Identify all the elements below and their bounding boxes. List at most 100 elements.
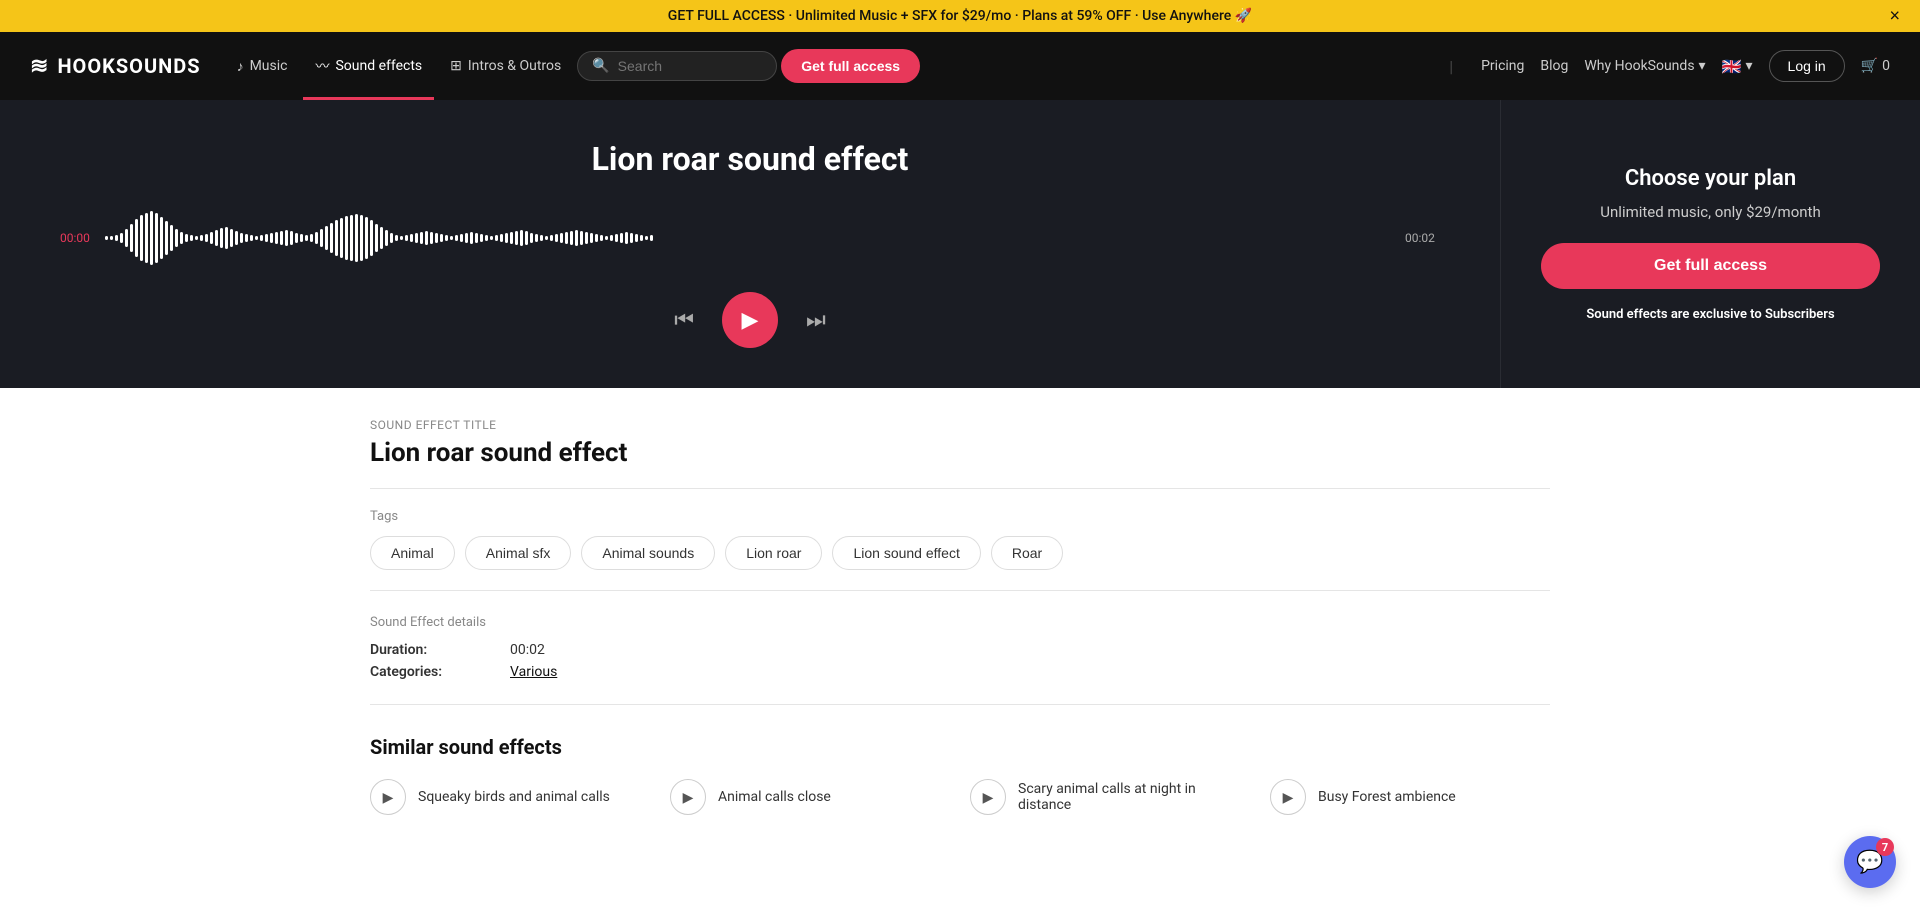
waveform-bar: [230, 229, 233, 247]
search-input[interactable]: [618, 58, 738, 74]
waveform-bar: [600, 235, 603, 241]
tag-chip[interactable]: Roar: [991, 536, 1063, 570]
waveform-bar: [625, 232, 628, 244]
waveform-bar: [175, 229, 178, 247]
similar-item: ▶ Animal calls close: [670, 779, 950, 815]
waveform-bar: [565, 232, 568, 244]
similar-play-button[interactable]: ▶: [370, 779, 406, 815]
banner-close-button[interactable]: ×: [1889, 6, 1900, 27]
waveform-bar: [400, 236, 403, 240]
waveform-bar: [475, 233, 478, 243]
details-section: Sound Effect details Duration: 00:02 Cat…: [370, 615, 1550, 680]
waveform-bar: [610, 235, 613, 241]
waveform-bar: [500, 234, 503, 242]
chat-button[interactable]: 💬 7: [1844, 836, 1896, 888]
waveform-bar: [135, 219, 138, 257]
audio-player: Lion roar sound effect 00:00 00:02 ⏮ ▶ ⏭: [0, 100, 1500, 388]
plan-note: Sound effects are exclusive to Subscribe…: [1586, 307, 1834, 322]
nav-right: Pricing Blog Why HookSounds ▾ 🇬🇧 ▾ Log i…: [1481, 50, 1890, 82]
plan-panel: Choose your plan Unlimited music, only $…: [1500, 100, 1920, 388]
hero-title: Lion roar sound effect: [592, 140, 909, 178]
nav-intros[interactable]: ⊞ Intros & Outros: [438, 50, 573, 82]
similar-play-button[interactable]: ▶: [670, 779, 706, 815]
waveform-bar: [555, 234, 558, 242]
navbar: ≋ HOOKSOUNDS ♪ Music 〰 Sound effects ⊞ I…: [0, 32, 1920, 100]
flag-icon: 🇬🇧: [1722, 57, 1742, 76]
similar-item-name: Scary animal calls at night in distance: [1018, 781, 1250, 813]
waveform-bar: [455, 235, 458, 241]
why-label: Why HookSounds: [1584, 58, 1694, 74]
time-end: 00:02: [1405, 231, 1440, 245]
rewind-button[interactable]: ⏮: [670, 303, 698, 337]
cart-button[interactable]: 🛒 0: [1861, 58, 1890, 74]
waveform-bar: [595, 234, 598, 242]
waveform-bar: [195, 236, 198, 240]
tag-chip[interactable]: Animal: [370, 536, 455, 570]
waveform-bar: [145, 213, 148, 263]
nav-pricing[interactable]: Pricing: [1481, 58, 1524, 74]
waveform-bar: [330, 223, 333, 253]
tag-chip[interactable]: Animal sfx: [465, 536, 572, 570]
nav-sfx[interactable]: 〰 Sound effects: [303, 48, 434, 84]
waveform-bar: [485, 235, 488, 241]
divider-1: [370, 488, 1550, 489]
waveform-bar: [130, 224, 133, 252]
waveform-bar: [160, 217, 163, 259]
waveform-bar: [410, 234, 413, 242]
waveform-bar: [370, 220, 373, 256]
waveform-bar: [510, 232, 513, 244]
plan-get-access-button[interactable]: Get full access: [1541, 243, 1880, 289]
duration-value: 00:02: [510, 642, 545, 658]
waveform-bar: [535, 234, 538, 242]
waveform-bar: [325, 226, 328, 250]
divider-2: [370, 590, 1550, 591]
tag-chip[interactable]: Animal sounds: [581, 536, 715, 570]
tag-chip[interactable]: Lion sound effect: [832, 536, 980, 570]
waveform-bar: [315, 232, 318, 244]
waveform-bar: [420, 232, 423, 244]
login-button[interactable]: Log in: [1769, 50, 1845, 82]
waveform-bar: [615, 234, 618, 242]
waveform-bar: [560, 233, 563, 243]
pricing-label: Pricing: [1481, 58, 1524, 74]
waveform-bar: [650, 235, 653, 241]
waveform-bar: [640, 235, 643, 241]
nav-links: ♪ Music 〰 Sound effects ⊞ Intros & Outro…: [225, 48, 1422, 84]
waveform-bar: [430, 232, 433, 244]
categories-row: Categories: Various: [370, 664, 1550, 680]
sound-effect-title-label: Sound Effect title: [370, 418, 1550, 432]
tag-chip[interactable]: Lion roar: [725, 536, 822, 570]
nav-why[interactable]: Why HookSounds ▾: [1584, 58, 1705, 74]
waveform: [105, 208, 1395, 268]
nav-language[interactable]: 🇬🇧 ▾: [1722, 57, 1753, 76]
waveform-bar: [240, 233, 243, 243]
waveform-bar: [305, 235, 308, 241]
waveform-bar: [235, 231, 238, 245]
similar-play-button[interactable]: ▶: [970, 779, 1006, 815]
waveform-bar: [225, 227, 228, 249]
top-banner: GET FULL ACCESS · Unlimited Music + SFX …: [0, 0, 1920, 32]
get-full-access-nav-button[interactable]: Get full access: [781, 49, 920, 83]
nav-music[interactable]: ♪ Music: [225, 50, 300, 83]
waveform-bar: [205, 234, 208, 242]
similar-item: ▶ Busy Forest ambience: [1270, 779, 1550, 815]
logo[interactable]: ≋ HOOKSOUNDS: [30, 54, 201, 79]
waveform-bar: [550, 235, 553, 241]
forward-button[interactable]: ⏭: [802, 303, 830, 337]
categories-link[interactable]: Various: [510, 664, 557, 680]
similar-play-button[interactable]: ▶: [1270, 779, 1306, 815]
waveform-bar: [645, 236, 648, 240]
waveform-bar: [385, 230, 388, 246]
waveform-bar: [495, 235, 498, 241]
tags-section: Tags AnimalAnimal sfxAnimal soundsLion r…: [370, 509, 1550, 570]
waveform-bar: [425, 231, 428, 245]
play-button[interactable]: ▶: [722, 292, 778, 348]
waveform-bar: [355, 214, 358, 262]
search-box: 🔍: [577, 51, 777, 81]
waveform-bar: [350, 215, 353, 261]
duration-row: Duration: 00:02: [370, 642, 1550, 658]
nav-blog[interactable]: Blog: [1540, 58, 1568, 74]
similar-item-name: Busy Forest ambience: [1318, 789, 1456, 805]
similar-item-name: Squeaky birds and animal calls: [418, 789, 610, 805]
waveform-bar: [345, 216, 348, 260]
